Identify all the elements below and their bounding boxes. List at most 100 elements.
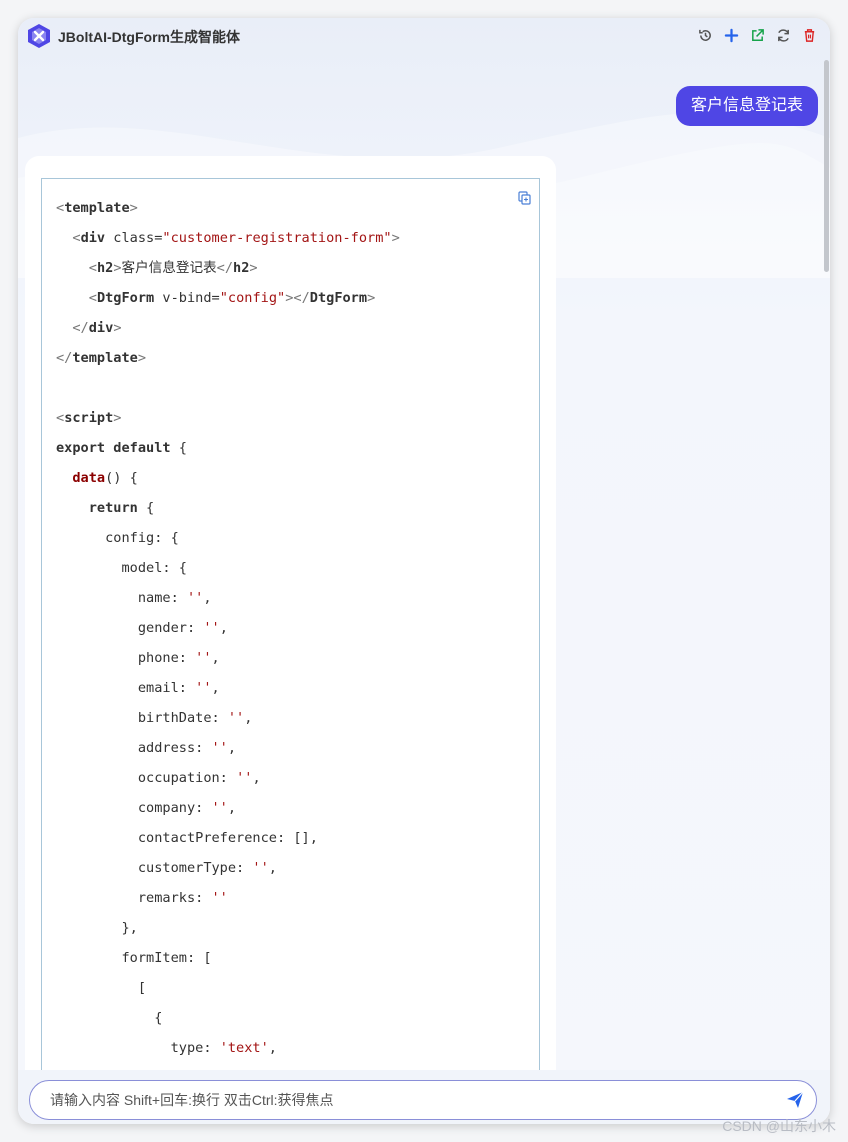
history-icon [698, 29, 711, 41]
refresh-button[interactable] [774, 26, 792, 44]
user-message-bubble: 客户信息登记表 [675, 86, 818, 126]
code-token: '' [236, 770, 253, 786]
code-token: h2 [233, 260, 250, 276]
code-line: [ [56, 973, 539, 1003]
code-token: "config" [219, 290, 286, 306]
code-token: '' [252, 860, 269, 876]
chat-input-container [29, 1080, 817, 1120]
code-line: <script> [56, 403, 539, 433]
code-token: { [56, 1010, 163, 1026]
external-link-icon [751, 28, 764, 41]
code-token: DtgForm [96, 290, 155, 306]
code-token: export default [56, 440, 171, 456]
code-line: occupation: '', [56, 763, 539, 793]
code-token: template [72, 350, 138, 366]
code-token: customerType: [56, 860, 253, 876]
code-token: '' [203, 620, 220, 636]
app-logo-icon [28, 24, 50, 48]
code-token: div [88, 320, 114, 336]
code-token: formItem: [ [56, 950, 212, 966]
code-token: type: [56, 1040, 220, 1056]
code-line: remarks: '' [56, 883, 539, 913]
code-line: <template> [56, 193, 539, 223]
code-token: 客户信息登记表 [121, 260, 217, 276]
code-token: </ [216, 260, 234, 276]
trash-icon [804, 28, 814, 42]
code-token: "customer-registration-form" [162, 230, 392, 246]
code-token: ></ [285, 290, 310, 306]
code-line: { [56, 1003, 539, 1033]
history-button[interactable] [696, 26, 714, 44]
code-token: , [252, 770, 261, 786]
code-line: formItem: [ [56, 943, 539, 973]
code-token: > [137, 350, 147, 366]
code-token: 'text' [219, 1040, 269, 1056]
code-line: customerType: '', [56, 853, 539, 883]
code-token: occupation: [56, 770, 237, 786]
code-line: birthDate: '', [56, 703, 539, 733]
code-token: , [244, 710, 253, 726]
app-window: JBoltAI-DtgForm生成智能体 客户信息登记表 <template> … [18, 18, 830, 1124]
code-line: address: '', [56, 733, 539, 763]
code-token: > [391, 230, 400, 246]
code-line: model: { [56, 553, 539, 583]
code-token: [ [56, 980, 147, 996]
chat-input[interactable] [50, 1081, 770, 1119]
code-token: div [80, 230, 106, 246]
code-line: <h2>客户信息登记表</h2> [56, 253, 539, 283]
code-token: '' [186, 590, 204, 606]
code-line: </template> [56, 343, 539, 373]
code-token: { [170, 440, 187, 456]
code-token: > [367, 290, 376, 306]
copy-icon[interactable] [518, 191, 532, 205]
code-token: script [64, 410, 114, 426]
code-block: <template> <div class="customer-registra… [41, 178, 540, 1086]
code-token: { [137, 500, 155, 516]
code-line: contactPreference: [], [56, 823, 539, 853]
code-line: company: '', [56, 793, 539, 823]
code-token: , [211, 650, 220, 666]
code-token: , [211, 680, 220, 696]
code-token: email: [56, 680, 196, 696]
send-icon[interactable] [786, 1091, 804, 1109]
code-token: < [88, 260, 97, 276]
code-token: '' [211, 800, 228, 816]
code-token: < [88, 290, 97, 306]
plus-icon [724, 28, 738, 42]
code-token: > [249, 260, 258, 276]
code-token: </ [56, 350, 73, 366]
code-token: }, [56, 920, 138, 936]
refresh-icon [777, 28, 789, 42]
header: JBoltAI-DtgForm生成智能体 [18, 18, 830, 54]
code-token: < [72, 230, 81, 246]
code-line: type: 'text', [56, 1033, 539, 1063]
open-external-button[interactable] [748, 26, 766, 44]
code-line: <div class="customer-registration-form"> [56, 223, 539, 253]
watermark: CSDN @山东小木 [722, 1118, 836, 1134]
code-token: DtgForm [309, 290, 368, 306]
code-token: phone: [56, 650, 196, 666]
code-token: '' [195, 680, 212, 696]
code-token: > [113, 410, 122, 426]
code-token: data [72, 470, 106, 486]
code-token: name: [56, 590, 187, 606]
code-token: '' [195, 650, 212, 666]
code-line: </div> [56, 313, 539, 343]
code-line: data() { [56, 463, 539, 493]
code-token: '' [211, 740, 228, 756]
scrollbar-thumb[interactable] [824, 60, 829, 272]
new-chat-button[interactable] [722, 26, 740, 44]
code-line: }, [56, 913, 539, 943]
delete-button[interactable] [800, 26, 818, 44]
code-line: config: { [56, 523, 539, 553]
code-token: contactPreference: [], [56, 830, 318, 846]
code-line: return { [56, 493, 539, 523]
code-token: template [64, 200, 130, 216]
code-token: company: [56, 800, 212, 816]
code-token: address: [56, 740, 212, 756]
